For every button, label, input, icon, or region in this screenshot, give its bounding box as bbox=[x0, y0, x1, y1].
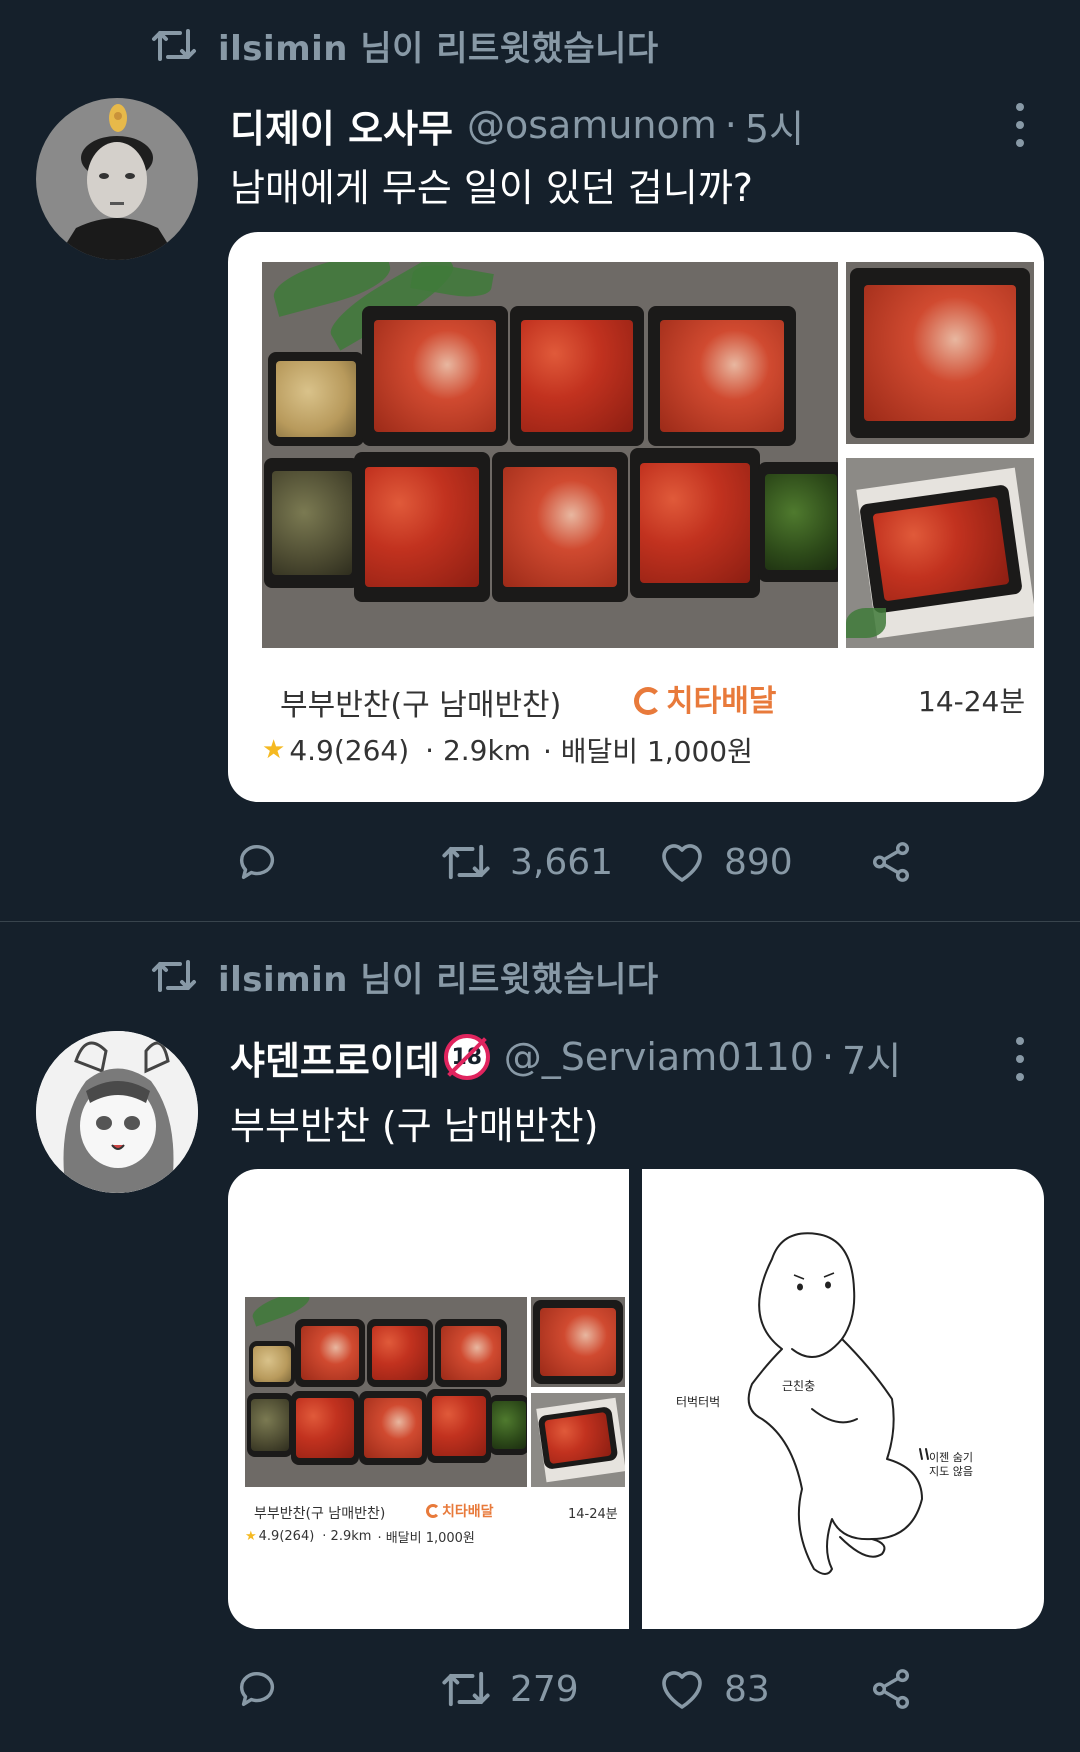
doodle-label-chest: 근친충 bbox=[782, 1379, 816, 1393]
heart-icon bbox=[662, 1671, 702, 1709]
food-side-image-1 bbox=[531, 1297, 625, 1387]
separator: · bbox=[724, 103, 737, 147]
handle[interactable]: @osamunom bbox=[467, 103, 717, 147]
age-restricted-icon: 18 bbox=[443, 1034, 490, 1080]
display-name[interactable]: 디제이 오사무 bbox=[230, 98, 453, 153]
retweet-icon bbox=[442, 844, 490, 880]
retweet-label: ilsimin 님이 리트윗했습니다 bbox=[218, 28, 659, 69]
store-meta: ★ 4.9(264) · 2.9km · 배달비 1,000원 bbox=[245, 1527, 475, 1546]
brand-logo: 치타배달 bbox=[426, 1501, 494, 1521]
brand-logo: 치타배달 bbox=[634, 676, 776, 720]
doodle-label-right: 이젠 숨기지도 않음 bbox=[929, 1451, 973, 1478]
like-button[interactable]: 83 bbox=[658, 1659, 770, 1719]
tweet-1[interactable]: ilsimin 님이 리트윗했습니다 디제이 오사무 @osamunom · 5… bbox=[0, 0, 1080, 922]
store-meta: ★ 4.9(264) · 2.9km · 배달비 1,000원 bbox=[262, 730, 753, 770]
tweet-text: 부부반찬 (구 남매반찬) bbox=[230, 1104, 599, 1148]
star-icon: ★ bbox=[262, 735, 286, 765]
share-icon bbox=[872, 842, 910, 882]
avatar[interactable] bbox=[36, 1031, 198, 1193]
retweet-icon bbox=[150, 954, 200, 998]
food-main-image bbox=[245, 1297, 527, 1487]
more-icon[interactable] bbox=[1000, 1031, 1040, 1087]
display-name[interactable]: 샤덴프로이데 bbox=[230, 1030, 440, 1085]
retweet-button[interactable]: 279 bbox=[440, 1659, 579, 1719]
rating: 4.9(264) bbox=[289, 733, 410, 767]
brand-icon bbox=[634, 687, 662, 715]
tweet-2[interactable]: ilsimin 님이 리트윗했습니다 샤덴프로이데 18 @_Serviam01… bbox=[0, 923, 1080, 1752]
share-button[interactable] bbox=[868, 832, 914, 892]
retweet-label: ilsimin 님이 리트윗했습니다 bbox=[218, 959, 659, 1000]
timestamp[interactable]: 5시 bbox=[745, 98, 804, 153]
food-side-image-1 bbox=[846, 262, 1034, 444]
star-icon: ★ bbox=[245, 1529, 257, 1544]
age-badge-label: 18 bbox=[451, 1044, 483, 1070]
brand-name: 치타배달 bbox=[666, 684, 777, 719]
like-count: 83 bbox=[724, 1668, 770, 1710]
reply-button[interactable] bbox=[234, 1659, 280, 1719]
reply-icon bbox=[239, 845, 275, 880]
separator: · bbox=[821, 1035, 835, 1079]
reply-icon bbox=[239, 1672, 275, 1707]
tweet-header: 디제이 오사무 @osamunom · 5시 bbox=[230, 95, 804, 155]
share-button[interactable] bbox=[868, 1659, 914, 1719]
tweet-actions: 3,661 890 bbox=[230, 832, 950, 892]
like-count: 890 bbox=[724, 841, 793, 883]
brand-name: 치타배달 bbox=[442, 1504, 494, 1520]
media-grid: 부부반찬(구 남매반찬) 치타배달 14-24분 ★ 4.9(264) · 2.… bbox=[228, 1169, 1044, 1629]
food-side-image-2 bbox=[846, 458, 1034, 648]
tweet-text: 남매에게 무슨 일이 있던 겁니까? bbox=[230, 166, 753, 210]
reply-button[interactable] bbox=[234, 832, 280, 892]
retweet-count: 3,661 bbox=[510, 841, 614, 883]
brand-icon bbox=[426, 1504, 440, 1518]
store-name: 부부반찬(구 남매반찬) bbox=[280, 688, 562, 723]
delivery-fee: · 배달비 1,000원 bbox=[377, 1531, 475, 1546]
retweet-icon bbox=[442, 1671, 490, 1707]
delivery-eta: 14-24분 bbox=[918, 685, 1026, 718]
like-button[interactable]: 890 bbox=[658, 832, 793, 892]
food-main-image bbox=[262, 262, 838, 648]
food-side-image-2 bbox=[531, 1393, 625, 1487]
avatar[interactable] bbox=[36, 98, 198, 260]
store-name: 부부반찬(구 남매반찬) bbox=[254, 1506, 386, 1522]
delivery-eta: 14-24분 bbox=[568, 1507, 618, 1522]
media-image-left[interactable]: 부부반찬(구 남매반찬) 치타배달 14-24분 ★ 4.9(264) · 2.… bbox=[228, 1169, 629, 1629]
timestamp[interactable]: 7시 bbox=[842, 1030, 901, 1085]
retweet-context[interactable]: ilsimin 님이 리트윗했습니다 bbox=[150, 951, 659, 1001]
media-card[interactable]: 부부반찬(구 남매반찬) 치타배달 14-24분 ★ 4.9(264) · 2.… bbox=[228, 232, 1044, 802]
retweet-count: 279 bbox=[510, 1668, 579, 1710]
retweet-button[interactable]: 3,661 bbox=[440, 832, 613, 892]
tweet-actions: 279 83 bbox=[230, 1659, 950, 1719]
heart-icon bbox=[662, 844, 702, 882]
handle[interactable]: @_Serviam0110 bbox=[504, 1035, 814, 1079]
tweet-header: 샤덴프로이데 18 @_Serviam0110 · 7시 bbox=[230, 1027, 901, 1087]
share-icon bbox=[872, 1669, 910, 1709]
delivery-fee: · 배달비 1,000원 bbox=[542, 735, 753, 768]
retweet-context[interactable]: ilsimin 님이 리트윗했습니다 bbox=[150, 20, 659, 70]
doodle-label-left: 터벅터벅 bbox=[676, 1395, 721, 1409]
distance: · 2.9km bbox=[425, 733, 531, 767]
media-image-right[interactable]: 터벅터벅 근친충 이젠 숨기지도 않음 bbox=[642, 1169, 1044, 1629]
retweet-icon bbox=[150, 23, 200, 67]
more-icon[interactable] bbox=[1000, 97, 1040, 153]
distance: · 2.9km bbox=[322, 1529, 372, 1544]
rating: 4.9(264) bbox=[258, 1529, 315, 1544]
